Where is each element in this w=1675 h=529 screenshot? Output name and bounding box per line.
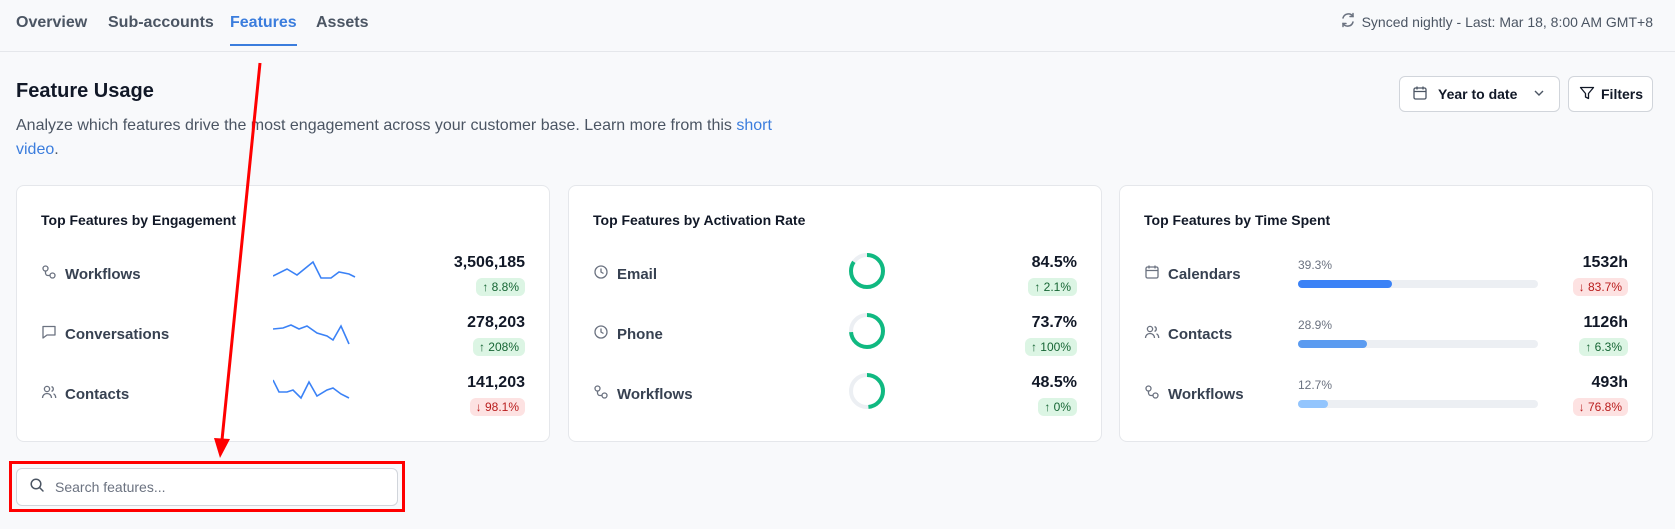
filters-label: Filters bbox=[1601, 86, 1644, 102]
change-badge: ↑ 6.3% bbox=[1579, 338, 1628, 356]
engagement-value: 141,203 bbox=[467, 374, 525, 391]
tab-features[interactable]: Features bbox=[230, 14, 297, 46]
activation-value: 84.5% bbox=[1031, 254, 1077, 271]
feature-name: Conversations bbox=[65, 325, 170, 343]
change-badge: ↑ 2.1% bbox=[1028, 278, 1077, 296]
list-item[interactable]: Workflows 12.7% 493h ↓ 76.8% bbox=[1120, 366, 1652, 426]
change-badge: ↓ 98.1% bbox=[469, 398, 525, 416]
calendar-icon bbox=[1412, 85, 1428, 104]
progress-fill bbox=[1298, 400, 1329, 408]
list-item[interactable]: Phone 73.7% ↑ 100% bbox=[569, 306, 1101, 366]
list-item[interactable]: Contacts 141,203 ↓ 98.1% bbox=[17, 366, 549, 426]
tab-sub-accounts[interactable]: Sub-accounts bbox=[108, 14, 214, 44]
tab-assets[interactable]: Assets bbox=[316, 14, 368, 44]
feature-name: Contacts bbox=[65, 385, 130, 403]
feature-name: Contacts bbox=[1168, 325, 1233, 343]
users-icon bbox=[1144, 324, 1160, 344]
progress-bar bbox=[1298, 340, 1538, 348]
card-title: Top Features by Engagement bbox=[41, 212, 236, 228]
refresh-icon[interactable] bbox=[1340, 12, 1356, 31]
share-percent: 12.7% bbox=[1298, 378, 1333, 392]
row-label: Phone bbox=[593, 324, 663, 344]
card-activation-rate: Top Features by Activation Rate Email 84… bbox=[568, 185, 1102, 442]
top-navigation: Overview Sub-accounts Features Assets Sy… bbox=[0, 0, 1675, 52]
row-label: Email bbox=[593, 264, 657, 284]
row-label: Workflows bbox=[593, 384, 693, 404]
progress-fill bbox=[1298, 340, 1368, 348]
card-time-spent: Top Features by Time Spent Calendars 39.… bbox=[1119, 185, 1653, 442]
activation-donut bbox=[849, 373, 885, 409]
chevron-down-icon bbox=[1531, 85, 1547, 104]
progress-fill bbox=[1298, 280, 1393, 288]
search-icon bbox=[29, 477, 45, 498]
change-badge: ↓ 83.7% bbox=[1572, 278, 1628, 296]
list-item[interactable]: Calendars 39.3% 1532h ↓ 83.7% bbox=[1120, 246, 1652, 306]
feature-name: Phone bbox=[617, 325, 663, 343]
feature-name: Workflows bbox=[617, 385, 693, 403]
filters-button[interactable]: Filters bbox=[1568, 76, 1653, 112]
search-box[interactable] bbox=[16, 468, 398, 506]
date-range-label: Year to date bbox=[1438, 86, 1518, 102]
change-badge: ↓ 76.8% bbox=[1572, 398, 1628, 416]
activation-donut bbox=[849, 313, 885, 349]
card-title: Top Features by Time Spent bbox=[1144, 212, 1331, 228]
page-title: Feature Usage bbox=[16, 80, 154, 102]
page-description: Analyze which features drive the most en… bbox=[16, 114, 776, 162]
progress-bar bbox=[1298, 400, 1538, 408]
share-percent: 28.9% bbox=[1298, 318, 1333, 332]
feature-name: Workflows bbox=[65, 265, 141, 283]
change-badge: ↑ 8.8% bbox=[476, 278, 525, 296]
engagement-value: 278,203 bbox=[467, 314, 525, 331]
search-input[interactable] bbox=[55, 479, 375, 495]
annotation-highlight-box bbox=[9, 461, 405, 512]
row-label: Contacts bbox=[41, 384, 129, 404]
activation-value: 73.7% bbox=[1031, 314, 1077, 331]
clock-icon bbox=[593, 324, 609, 344]
list-item[interactable]: Email 84.5% ↑ 2.1% bbox=[569, 246, 1101, 306]
time-value: 1126h bbox=[1583, 314, 1628, 331]
list-item[interactable]: Workflows 48.5% ↑ 0% bbox=[569, 366, 1101, 426]
list-item[interactable]: Contacts 28.9% 1126h ↑ 6.3% bbox=[1120, 306, 1652, 366]
workflow-icon bbox=[1144, 384, 1160, 404]
list-item[interactable]: Workflows 3,506,185 ↑ 8.8% bbox=[17, 246, 549, 306]
description-text: Analyze which features drive the most en… bbox=[16, 117, 737, 134]
workflow-icon bbox=[41, 264, 57, 284]
progress-bar bbox=[1298, 280, 1538, 288]
row-label: Calendars bbox=[1144, 264, 1241, 284]
engagement-value: 3,506,185 bbox=[453, 254, 525, 271]
sparkline-chart bbox=[273, 379, 350, 400]
description-period: . bbox=[54, 141, 59, 158]
date-range-dropdown[interactable]: Year to date bbox=[1399, 76, 1560, 112]
activation-value: 48.5% bbox=[1031, 374, 1077, 391]
workflow-icon bbox=[593, 384, 609, 404]
change-badge: ↑ 0% bbox=[1038, 398, 1077, 416]
feature-name: Calendars bbox=[1168, 265, 1241, 283]
sync-text: Synced nightly - Last: Mar 18, 8:00 AM G… bbox=[1361, 13, 1653, 30]
feature-name: Email bbox=[617, 265, 658, 283]
users-icon bbox=[41, 384, 57, 404]
card-engagement: Top Features by Engagement Workflows 3,5… bbox=[16, 185, 550, 442]
sparkline-chart bbox=[273, 260, 356, 279]
filter-icon bbox=[1579, 85, 1595, 104]
row-label: Workflows bbox=[1144, 384, 1244, 404]
time-value: 493h bbox=[1591, 374, 1628, 391]
chat-icon bbox=[41, 324, 57, 344]
row-label: Conversations bbox=[41, 324, 169, 344]
time-value: 1532h bbox=[1582, 254, 1628, 271]
clock-icon bbox=[593, 264, 609, 284]
change-badge: ↑ 208% bbox=[472, 338, 525, 356]
row-label: Contacts bbox=[1144, 324, 1232, 344]
change-badge: ↑ 100% bbox=[1024, 338, 1077, 356]
row-label: Workflows bbox=[41, 264, 141, 284]
feature-name: Workflows bbox=[1168, 385, 1244, 403]
activation-donut bbox=[849, 253, 885, 289]
list-item[interactable]: Conversations 278,203 ↑ 208% bbox=[17, 306, 549, 366]
sparkline-chart bbox=[273, 324, 350, 345]
share-percent: 39.3% bbox=[1298, 258, 1333, 272]
tab-overview[interactable]: Overview bbox=[16, 14, 87, 44]
sync-status: Synced nightly - Last: Mar 18, 8:00 AM G… bbox=[1340, 12, 1653, 31]
card-title: Top Features by Activation Rate bbox=[593, 212, 806, 228]
calendar-icon bbox=[1144, 264, 1160, 284]
